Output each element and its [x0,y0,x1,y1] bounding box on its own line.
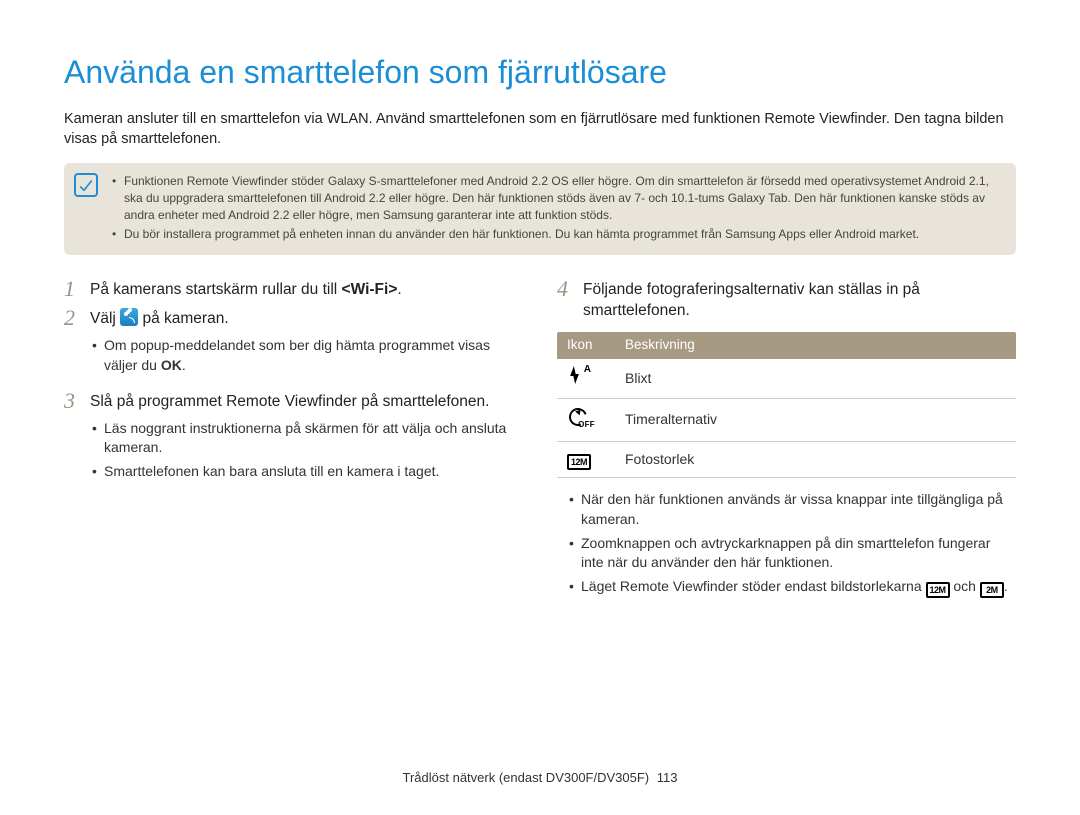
remote-viewfinder-icon [120,308,138,326]
right-column: 4 Följande fotograferingsalternativ kan … [557,277,1016,612]
options-table: Ikon Beskrivning A Blixt OFF Timeraltern… [557,332,1016,478]
step-number: 2 [64,306,80,330]
step-text: Följande fotograferingsalternativ kan st… [583,277,1016,322]
table-row: 12M Fotostorlek [557,442,1016,478]
intro-paragraph: Kameran ansluter till en smarttelefon vi… [64,109,1016,150]
step-text: Slå på programmet Remote Viewfinder på s… [90,389,489,413]
page-title: Använda en smarttelefon som fjärrutlösar… [64,50,1016,95]
flash-icon: A [567,366,589,386]
photo-size-icon: 12M [926,582,950,598]
page-footer: Trådlöst nätverk (endast DV300F/DV305F) … [0,769,1080,787]
table-row: A Blixt [557,359,1016,399]
page-number: 113 [657,770,678,785]
bullet-item: Smarttelefonen kan bara ansluta till en … [92,462,523,482]
table-cell: Timeralternativ [615,399,1016,442]
note-box: Funktionen Remote Viewfinder stöder Gala… [64,163,1016,254]
bullet-item: Läget Remote Viewfinder stöder endast bi… [569,577,1016,598]
step-1: 1 På kamerans startskärm rullar du till … [64,277,523,301]
content-columns: 1 På kamerans startskärm rullar du till … [64,277,1016,612]
left-column: 1 På kamerans startskärm rullar du till … [64,277,523,612]
step-2-sub: Om popup-meddelandet som ber dig hämta p… [92,336,523,375]
step-2: 2 Välj på kameran. [64,306,523,330]
table-cell: Fotostorlek [615,442,1016,478]
photo-size-icon: 12M [567,454,591,470]
note-icon [74,173,98,197]
footer-text: Trådlöst nätverk (endast DV300F/DV305F) [403,770,650,785]
step-number: 1 [64,277,80,301]
step-3-sub: Läs noggrant instruktionerna på skärmen … [92,419,523,482]
step-number: 4 [557,277,573,322]
table-header-icon: Ikon [557,332,615,359]
step-4: 4 Följande fotograferingsalternativ kan … [557,277,1016,322]
bullet-item: När den här funktionen används är vissa … [569,490,1016,529]
step-number: 3 [64,389,80,413]
bullet-item: Zoomknappen och avtryckarknappen på din … [569,534,1016,573]
note-item: Funktionen Remote Viewfinder stöder Gala… [112,173,1002,223]
table-cell: Blixt [615,359,1016,399]
photo-size-icon: 2M [980,582,1004,598]
bullet-item: Läs noggrant instruktionerna på skärmen … [92,419,523,458]
bullet-item: Om popup-meddelandet som ber dig hämta p… [92,336,523,375]
step-3: 3 Slå på programmet Remote Viewfinder på… [64,389,523,413]
table-header-desc: Beskrivning [615,332,1016,359]
table-row: OFF Timeralternativ [557,399,1016,442]
step-4-notes: När den här funktionen används är vissa … [569,490,1016,598]
step-text: På kamerans startskärm rullar du till <W… [90,277,402,301]
timer-icon: OFF [567,406,589,428]
note-item: Du bör installera programmet på enheten … [112,226,1002,243]
note-list: Funktionen Remote Viewfinder stöder Gala… [112,173,1002,242]
step-text: Välj på kameran. [90,306,229,330]
